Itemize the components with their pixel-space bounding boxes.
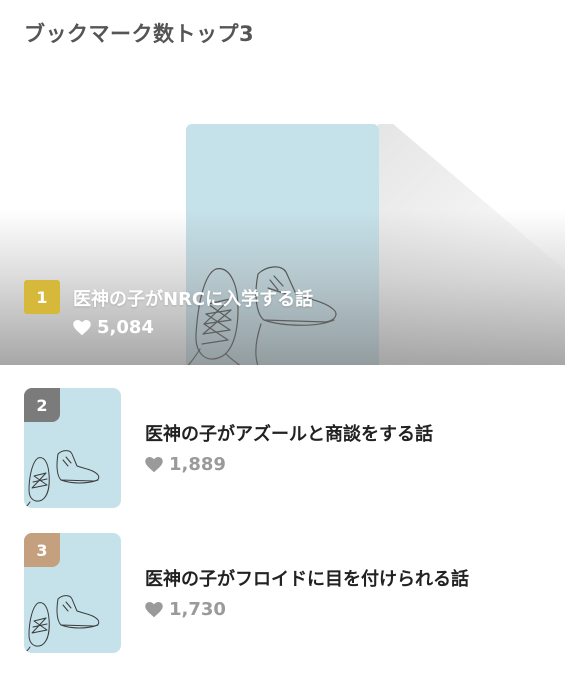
sneakers-illustration [24, 595, 100, 653]
bookmark-count: 5,084 [73, 317, 154, 338]
ranking-item-2[interactable]: 2 医神の子がアズールと商談をする話 1,889 [0, 388, 565, 510]
heart-icon [145, 456, 163, 472]
work-title[interactable]: 医神の子がNRCに入学する話 [73, 285, 313, 311]
heart-icon [73, 319, 91, 335]
sneakers-illustration [24, 450, 100, 508]
rank-badge-1: 1 [24, 280, 60, 314]
heart-icon [145, 601, 163, 617]
bookmark-count: 1,730 [145, 599, 226, 620]
work-title[interactable]: 医神の子がアズールと商談をする話 [145, 420, 433, 446]
ranking-item-3[interactable]: 3 医神の子がフロイドに目を付けられる話 1,730 [0, 533, 565, 655]
bookmark-count-value: 1,730 [169, 599, 226, 620]
bookmark-count-value: 1,889 [169, 454, 226, 475]
work-title[interactable]: 医神の子がフロイドに目を付けられる話 [145, 565, 469, 591]
ranking-item-1[interactable]: 1 医神の子がNRCに入学する話 5,084 [0, 60, 565, 365]
rank-badge-3: 3 [24, 533, 60, 567]
bookmark-count: 1,889 [145, 454, 226, 475]
rank-badge-2: 2 [24, 388, 60, 422]
section-title: ブックマーク数トップ3 [24, 22, 255, 46]
bookmark-count-value: 5,084 [97, 317, 154, 338]
